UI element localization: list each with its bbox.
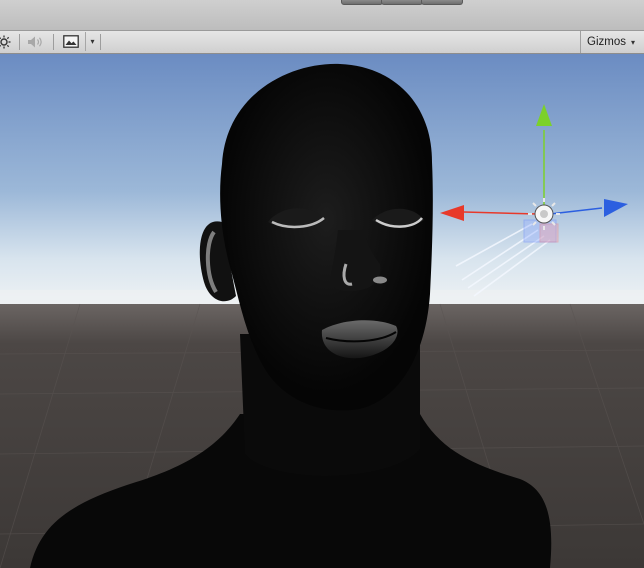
- audio-toggle-button[interactable]: [24, 32, 48, 51]
- gizmos-label: Gizmos: [587, 36, 626, 48]
- tool-segment-1[interactable]: [341, 0, 383, 5]
- window-top-strip: [0, 0, 644, 31]
- tool-segment-2[interactable]: [381, 0, 423, 5]
- toolbar-separator: [19, 34, 20, 50]
- effects-toggle-button[interactable]: [57, 32, 85, 51]
- lighting-toggle-button[interactable]: [0, 32, 14, 51]
- scene-viewport[interactable]: [0, 54, 644, 568]
- image-icon: [63, 35, 79, 48]
- toolbar-separator: [53, 34, 54, 50]
- chevron-down-icon: ▾: [90, 37, 95, 46]
- nostril-highlight: [373, 276, 387, 284]
- toolbar-separator: [100, 34, 101, 50]
- gizmo-plane-handle[interactable]: [539, 223, 559, 243]
- scene-toolbar: ▾ Gizmos ▾: [0, 31, 644, 54]
- tool-segment-3[interactable]: [421, 0, 463, 5]
- effects-dropdown-button[interactable]: ▾: [85, 32, 99, 51]
- scene-canvas: [0, 54, 644, 568]
- gizmos-dropdown[interactable]: Gizmos ▾: [580, 31, 644, 53]
- speaker-icon: [28, 36, 42, 47]
- sun-icon: [0, 35, 11, 48]
- chevron-down-icon: ▾: [630, 37, 635, 47]
